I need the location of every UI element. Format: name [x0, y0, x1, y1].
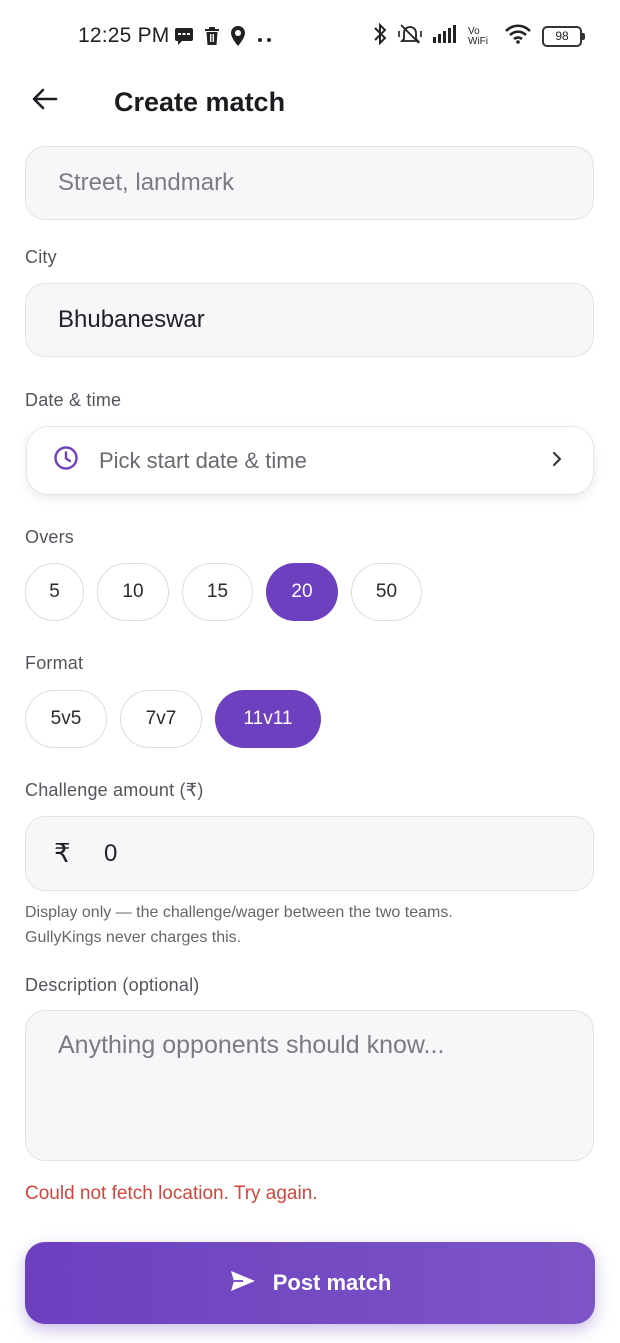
vibrate-icon: [398, 23, 422, 50]
bluetooth-icon: [372, 22, 388, 51]
challenge-label: Challenge amount (₹): [25, 780, 204, 800]
post-match-button[interactable]: Post match: [25, 1242, 595, 1324]
status-time: 12:25 PM: [78, 24, 170, 47]
overs-chip-15[interactable]: 15: [182, 563, 253, 621]
format-selector: 5v5 7v7 11v11: [25, 690, 321, 748]
city-value: Bhubaneswar: [58, 306, 205, 333]
back-button[interactable]: [28, 84, 62, 118]
datetime-placeholder: Pick start date & time: [99, 447, 307, 473]
overs-label: Overs: [25, 527, 75, 547]
overs-chip-10[interactable]: 10: [97, 563, 169, 621]
trash-icon: [204, 27, 220, 50]
error-message: Could not fetch location. Try again.: [25, 1183, 318, 1204]
datetime-picker[interactable]: Pick start date & time: [26, 426, 594, 495]
send-icon: [229, 1269, 257, 1298]
overs-selector: 5 10 15 20 50: [25, 563, 422, 621]
street-placeholder: Street, landmark: [58, 169, 235, 196]
challenge-amount-value: 0: [104, 839, 118, 867]
description-placeholder: Anything opponents should know...: [58, 1031, 445, 1059]
format-chip-7v7[interactable]: 7v7: [120, 690, 202, 748]
signal-icon: [432, 25, 458, 48]
description-textarea[interactable]: Anything opponents should know...: [25, 1010, 594, 1161]
chevron-right-icon: [551, 449, 563, 474]
overs-chip-5[interactable]: 5: [25, 563, 84, 621]
challenge-amount-input[interactable]: ₹ 0: [25, 816, 594, 891]
datetime-label: Date & time: [25, 390, 122, 410]
description-label: Description (optional): [25, 975, 200, 995]
wifi-icon: [504, 24, 532, 49]
format-chip-5v5[interactable]: 5v5: [25, 690, 107, 748]
city-label: City: [25, 247, 57, 267]
clock-icon: [53, 445, 79, 476]
rupee-icon: ₹: [54, 838, 71, 868]
message-icon: [174, 27, 194, 50]
city-input[interactable]: Bhubaneswar: [25, 283, 594, 357]
more-notifications-icon: [256, 30, 274, 48]
overs-chip-20[interactable]: 20: [266, 563, 338, 621]
back-arrow-icon: [32, 88, 58, 115]
battery-indicator: 98: [542, 26, 585, 47]
status-bar: 12:25 PM Vo WiFi 98: [0, 0, 620, 70]
post-match-label: Post match: [272, 1270, 392, 1295]
street-input[interactable]: Street, landmark: [25, 146, 594, 220]
vowifi-indicator: Vo WiFi: [468, 25, 488, 47]
page-title: Create match: [114, 87, 286, 117]
format-label: Format: [25, 653, 84, 673]
location-shield-icon: [230, 26, 246, 51]
overs-chip-50[interactable]: 50: [351, 563, 422, 621]
challenge-helper-text: Display only — the challenge/wager betwe…: [25, 904, 453, 946]
format-chip-11v11[interactable]: 11v11: [215, 690, 321, 748]
